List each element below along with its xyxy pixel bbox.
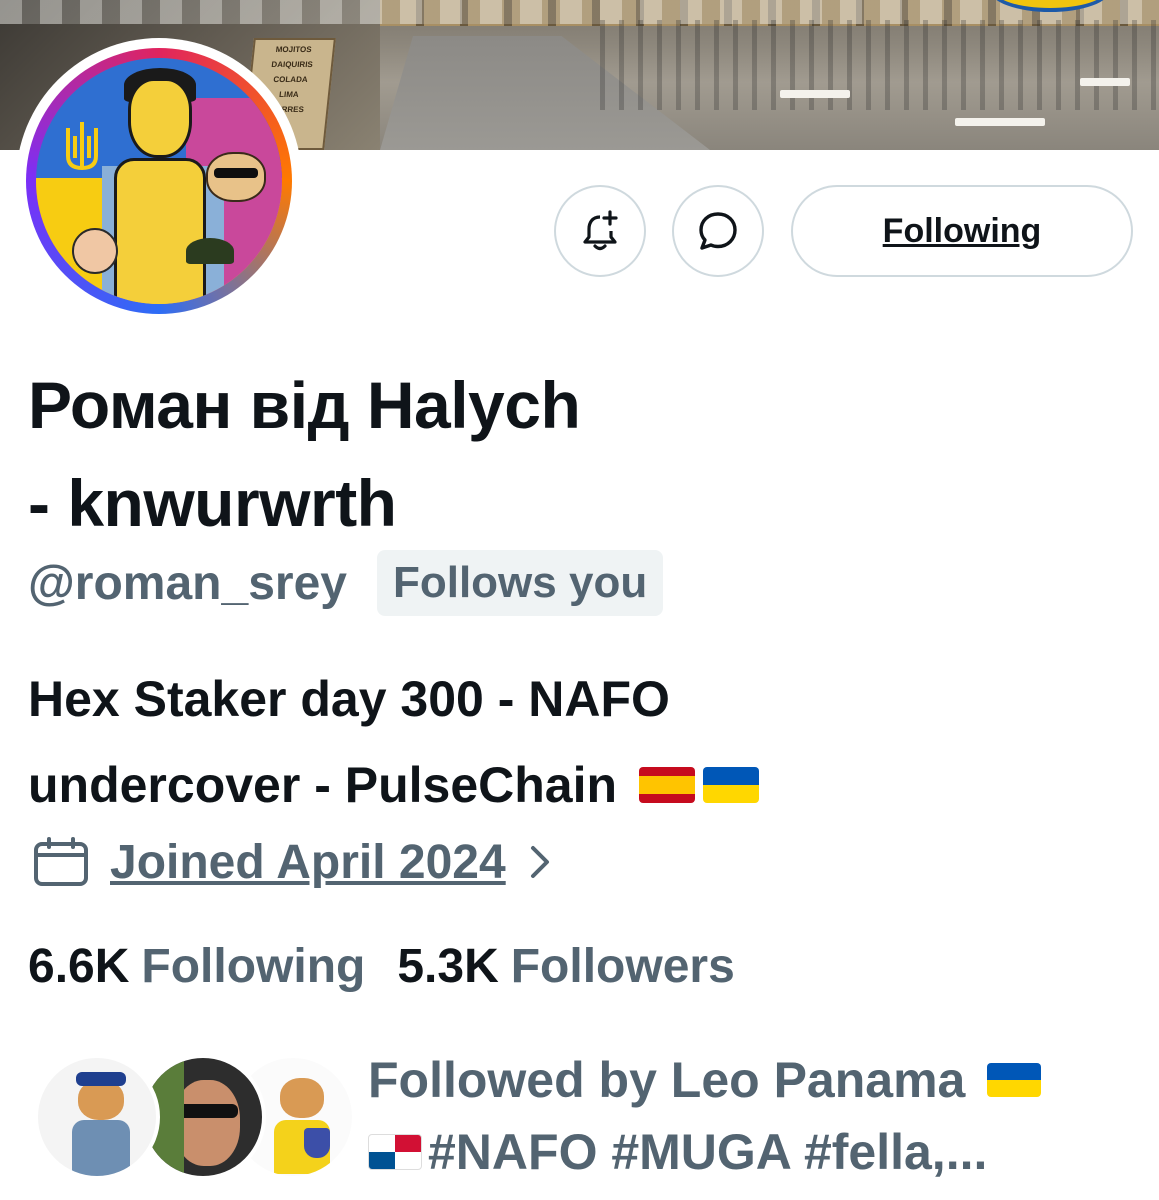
joined-date-row[interactable]: Joined April 2024 bbox=[32, 830, 552, 894]
follower-avatar bbox=[34, 1054, 160, 1180]
following-button-label: Following bbox=[882, 211, 1042, 250]
doge-head bbox=[78, 1080, 124, 1120]
calendar-icon bbox=[34, 837, 88, 886]
followed-by-avatars[interactable] bbox=[34, 1054, 356, 1184]
followed-by-text[interactable]: Followed by Leo Panama #NAFO #MUGA #fell… bbox=[368, 1044, 1128, 1188]
banner-crowd bbox=[600, 20, 1159, 110]
ukraine-flag-icon bbox=[987, 1062, 1042, 1097]
banner-table bbox=[955, 118, 1045, 126]
display-name: Роман від Halych - knwurwrth bbox=[28, 356, 788, 552]
avatar-image bbox=[36, 58, 282, 304]
spain-flag-icon bbox=[638, 766, 695, 803]
following-button[interactable]: Following bbox=[791, 185, 1133, 277]
ukraine-flag-icon bbox=[702, 766, 759, 803]
chevron-right-icon bbox=[530, 846, 549, 878]
avatar-gradient-ring bbox=[26, 48, 292, 314]
joined-date[interactable]: Joined April 2024 bbox=[110, 835, 506, 890]
profile-avatar[interactable] bbox=[16, 38, 302, 324]
cap-icon bbox=[76, 1072, 126, 1086]
user-handle: @roman_srey bbox=[28, 556, 347, 610]
bio-text: undercover - PulseChain bbox=[28, 757, 618, 813]
display-name-line: Роман від Halych bbox=[28, 368, 581, 442]
avatar-sunglasses bbox=[214, 168, 258, 178]
bio-line-2: undercover - PulseChain bbox=[28, 742, 1128, 828]
bell-plus-icon bbox=[583, 210, 618, 251]
followers-stat[interactable]: 5.3K Followers bbox=[397, 939, 734, 994]
message-bubble-icon bbox=[699, 212, 737, 250]
handle-row: @roman_srey Follows you bbox=[28, 550, 664, 616]
followers-count: 5.3K bbox=[397, 939, 499, 993]
doge-head bbox=[280, 1078, 324, 1118]
followed-by-hashtags: #NAFO #MUGA #fella,... bbox=[428, 1124, 988, 1180]
message-button[interactable] bbox=[672, 185, 764, 277]
avatar-cartoon-head bbox=[128, 78, 192, 158]
followed-by-line: Followed by Leo Panama bbox=[368, 1044, 1128, 1116]
notify-button[interactable] bbox=[554, 185, 646, 277]
sunglasses-icon bbox=[176, 1104, 238, 1118]
panama-flag-icon bbox=[368, 1133, 422, 1170]
avatar-military-hat bbox=[186, 238, 234, 264]
following-count: 6.6K bbox=[28, 939, 130, 993]
following-label: Following bbox=[141, 939, 366, 993]
banner-table bbox=[780, 90, 850, 98]
followed-by-names: Followed by Leo Panama bbox=[368, 1052, 966, 1108]
trident-icon bbox=[66, 122, 98, 171]
following-stat[interactable]: 6.6K Following bbox=[28, 939, 365, 994]
follow-stats: 6.6K Following 5.3K Followers bbox=[28, 934, 735, 998]
follows-you-badge: Follows you bbox=[376, 550, 664, 616]
sign-line: MOJITOS bbox=[275, 45, 313, 54]
profile-bio: Hex Staker day 300 - NAFO undercover - P… bbox=[28, 656, 1128, 828]
avatar-cartoon-body bbox=[114, 158, 206, 304]
doge-body bbox=[72, 1120, 130, 1176]
display-name-line: - knwurwrth bbox=[28, 466, 397, 540]
followed-by-line: #NAFO #MUGA #fella,... bbox=[368, 1116, 1128, 1188]
bio-line: Hex Staker day 300 - NAFO bbox=[28, 671, 670, 727]
avatar-kid bbox=[72, 228, 118, 274]
shield-icon bbox=[304, 1128, 330, 1158]
followers-label: Followers bbox=[510, 939, 735, 993]
banner-table bbox=[1080, 78, 1130, 86]
